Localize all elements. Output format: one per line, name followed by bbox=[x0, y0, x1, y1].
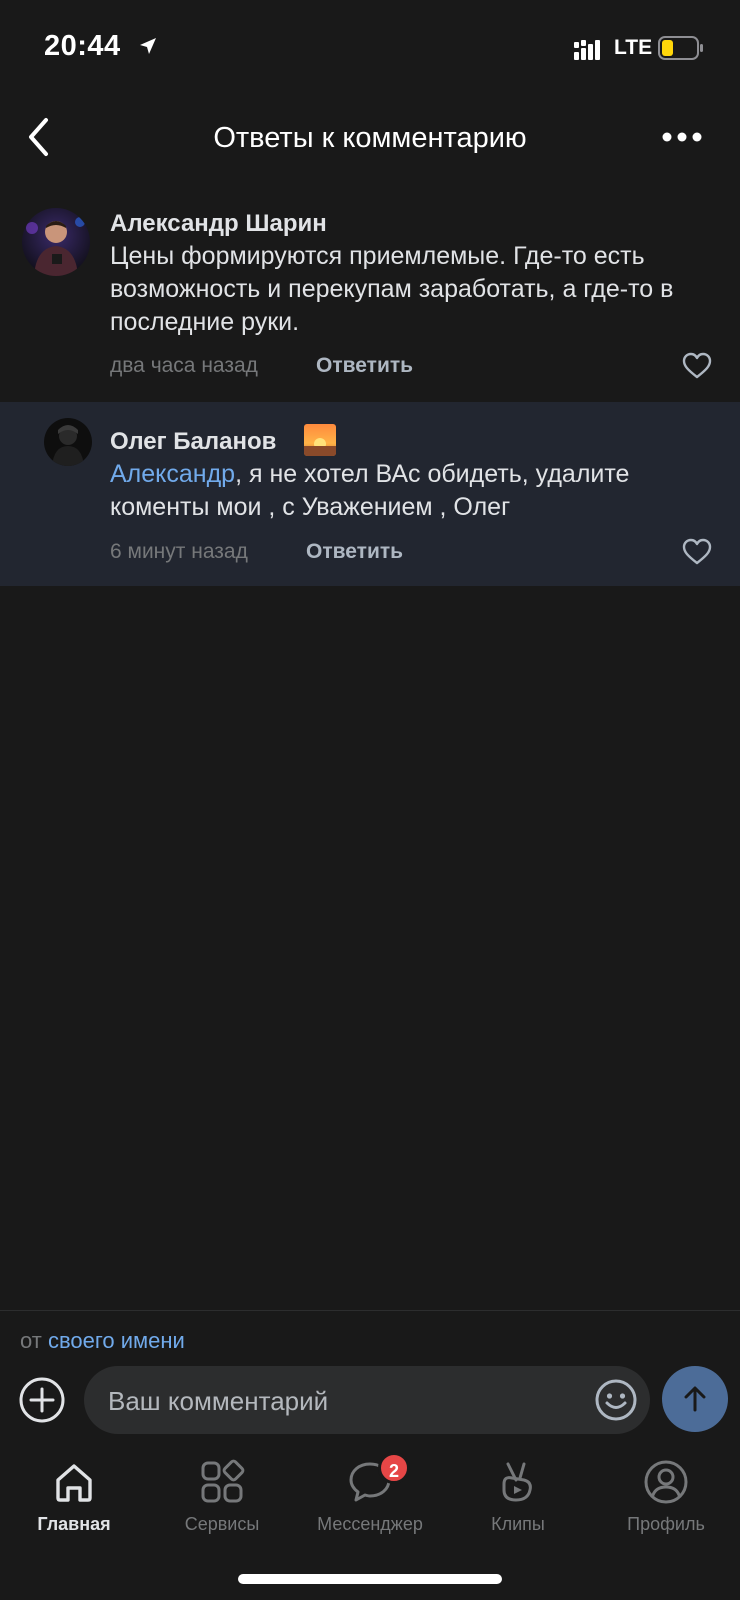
network-type: LTE bbox=[614, 36, 653, 59]
comment-text: Александр, я не хотел ВАс обидеть, удали… bbox=[110, 458, 710, 524]
reply-button[interactable]: Ответить bbox=[306, 540, 403, 564]
comment-author[interactable]: Александр Шарин bbox=[110, 210, 327, 238]
more-dots-icon bbox=[662, 132, 702, 142]
unread-badge: 2 bbox=[378, 1452, 410, 1484]
services-icon bbox=[201, 1459, 245, 1503]
tab-clips[interactable]: Клипы bbox=[444, 1446, 592, 1546]
tab-profile[interactable]: Профиль bbox=[592, 1446, 740, 1546]
post-as-row: от своего имени bbox=[20, 1328, 185, 1354]
tab-label: Сервисы bbox=[184, 1514, 260, 1534]
avatar-image bbox=[22, 208, 90, 276]
more-options-button[interactable] bbox=[660, 122, 704, 152]
home-indicator[interactable] bbox=[238, 1574, 502, 1584]
comment-time: два часа назад bbox=[110, 354, 258, 377]
avatar[interactable] bbox=[44, 418, 92, 466]
send-button[interactable] bbox=[662, 1366, 728, 1432]
comment-time: 6 минут назад bbox=[110, 540, 248, 563]
comment-item: Александр Шарин Цены формируются приемле… bbox=[0, 196, 740, 402]
screen: 20:44 LTE Ответы к комментарию Александр… bbox=[0, 0, 740, 1600]
home-icon bbox=[56, 1464, 92, 1502]
clips-icon bbox=[502, 1462, 532, 1502]
profile-icon bbox=[644, 1460, 688, 1504]
tab-services[interactable]: Сервисы bbox=[148, 1446, 296, 1546]
nav-bar: Ответы к комментарию bbox=[0, 96, 740, 182]
page-title: Ответы к комментарию bbox=[213, 122, 527, 154]
reply-button[interactable]: Ответить bbox=[316, 354, 413, 378]
avatar[interactable] bbox=[22, 208, 90, 276]
signal-icon bbox=[574, 40, 600, 60]
comment-author[interactable]: Олег Баланов bbox=[110, 428, 276, 456]
arrow-up-icon bbox=[684, 1386, 706, 1412]
tab-bar: Главная Сервисы 2 Мессенджер Клипы Профи… bbox=[0, 1446, 740, 1556]
location-arrow-icon bbox=[140, 38, 156, 54]
post-as-prefix: от bbox=[20, 1328, 42, 1353]
tab-home[interactable]: Главная bbox=[0, 1446, 148, 1546]
emoji-icon[interactable] bbox=[594, 1378, 638, 1422]
mention-link[interactable]: Александр bbox=[110, 460, 235, 488]
sunset-emoji-icon bbox=[304, 424, 336, 456]
tab-label: Главная bbox=[37, 1514, 111, 1534]
battery-icon bbox=[658, 36, 703, 60]
add-attachment-button[interactable] bbox=[18, 1376, 66, 1424]
divider bbox=[0, 1310, 740, 1311]
comment-input[interactable]: Ваш комментарий bbox=[84, 1366, 650, 1434]
heart-icon[interactable] bbox=[682, 538, 712, 566]
post-as-link[interactable]: своего имени bbox=[48, 1328, 185, 1353]
comment-item: Олег Баланов Александр, я не хотел ВАс о… bbox=[0, 402, 740, 586]
avatar-image bbox=[44, 418, 92, 466]
comment-text: Цены формируются приемлемые. Где-то есть… bbox=[110, 242, 674, 336]
status-time: 20:44 bbox=[44, 30, 121, 62]
comment-input-placeholder: Ваш комментарий bbox=[108, 1386, 329, 1416]
tab-label: Клипы bbox=[491, 1514, 545, 1534]
status-bar: 20:44 LTE bbox=[0, 0, 740, 96]
tab-messenger[interactable]: 2 Мессенджер bbox=[296, 1446, 444, 1546]
tab-label: Мессенджер bbox=[317, 1514, 423, 1534]
tab-label: Профиль bbox=[627, 1514, 705, 1534]
heart-icon[interactable] bbox=[682, 352, 712, 380]
